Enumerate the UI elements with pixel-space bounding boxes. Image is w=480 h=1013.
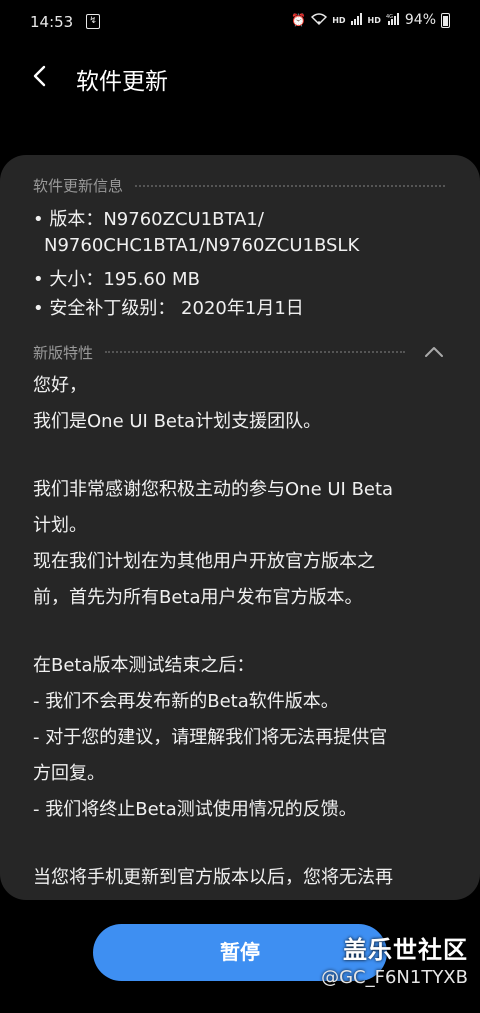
info-section-header: 软件更新信息	[33, 175, 445, 196]
watermark-user: @GC_F6N1TYXB	[321, 967, 468, 988]
release-note-line: 您好，	[33, 375, 87, 396]
info-section-label: 软件更新信息	[33, 177, 124, 195]
release-note-line: 当您将手机更新到官方版本以后，您将无法再	[33, 867, 393, 888]
status-time: 14:53	[30, 13, 74, 31]
signal-4g-icon: 4G	[386, 12, 400, 28]
back-button[interactable]	[22, 58, 58, 94]
chevron-left-icon	[33, 65, 46, 87]
divider-dotted	[135, 184, 445, 187]
battery-percent: 94%	[404, 12, 436, 28]
release-note-line: 在Beta版本测试结束之后：	[33, 655, 255, 676]
app-header: 软件更新	[0, 46, 480, 110]
release-notes: 您好， 我们是One UI Beta计划支援团队。 我们非常感谢您积极主动的参与…	[33, 368, 453, 896]
release-note-line: 我们非常感谢您积极主动的参与One UI Beta	[33, 479, 394, 500]
update-info-card[interactable]: 软件更新信息 • 版本：N9760ZCU1BTA1/ N9760CHC1BTA1…	[0, 155, 480, 900]
battery-icon	[441, 12, 450, 28]
version-line: • 版本：N9760ZCU1BTA1/	[33, 209, 264, 230]
security-patch-line: • 安全补丁级别： 2020年1月1日	[33, 298, 304, 319]
features-section-label: 新版特性	[33, 343, 94, 362]
chevron-up-icon	[425, 347, 443, 357]
release-note-line: 现在我们计划在为其他用户开放官方版本之	[33, 551, 375, 572]
alarm-icon: ⏰	[291, 13, 307, 27]
release-note-line: 前，首先为所有Beta用户发布官方版本。	[33, 587, 363, 608]
size-line: • 大小：195.60 MB	[33, 269, 200, 290]
signal-icon	[350, 12, 363, 28]
release-note-line: - 我们不会再发布新的Beta软件版本。	[33, 691, 339, 712]
version-line-continued: N9760CHC1BTA1/N9760ZCU1BSLK	[44, 235, 360, 256]
features-section-header: 新版特性	[33, 341, 445, 363]
wifi-icon	[311, 12, 328, 28]
status-icons: ⏰ HD HD 4G 94%	[291, 12, 450, 28]
release-note-line: - 我们将终止Beta测试使用情况的反馈。	[33, 799, 357, 820]
release-note-line: 计划。	[33, 515, 87, 536]
screen: 14:53 ↯ ⏰ HD HD 4G 94% 软件更新 软件更新信息 • 版本：…	[0, 0, 480, 1013]
hd-icon: HD	[332, 15, 346, 25]
page-title: 软件更新	[76, 69, 168, 95]
divider-dotted	[105, 351, 405, 353]
release-note-line: 我们是One UI Beta计划支援团队。	[33, 411, 322, 432]
release-note-line: 方回复。	[33, 763, 105, 784]
status-bar: 14:53 ↯ ⏰ HD HD 4G 94%	[0, 0, 480, 46]
hd-icon-2: HD	[367, 15, 381, 25]
watermark-title: 盖乐世社区	[343, 936, 468, 964]
sim-notification-icon: ↯	[86, 14, 100, 29]
collapse-button[interactable]	[423, 341, 445, 363]
release-note-line: - 对于您的建议，请理解我们将无法再提供官	[33, 727, 388, 748]
